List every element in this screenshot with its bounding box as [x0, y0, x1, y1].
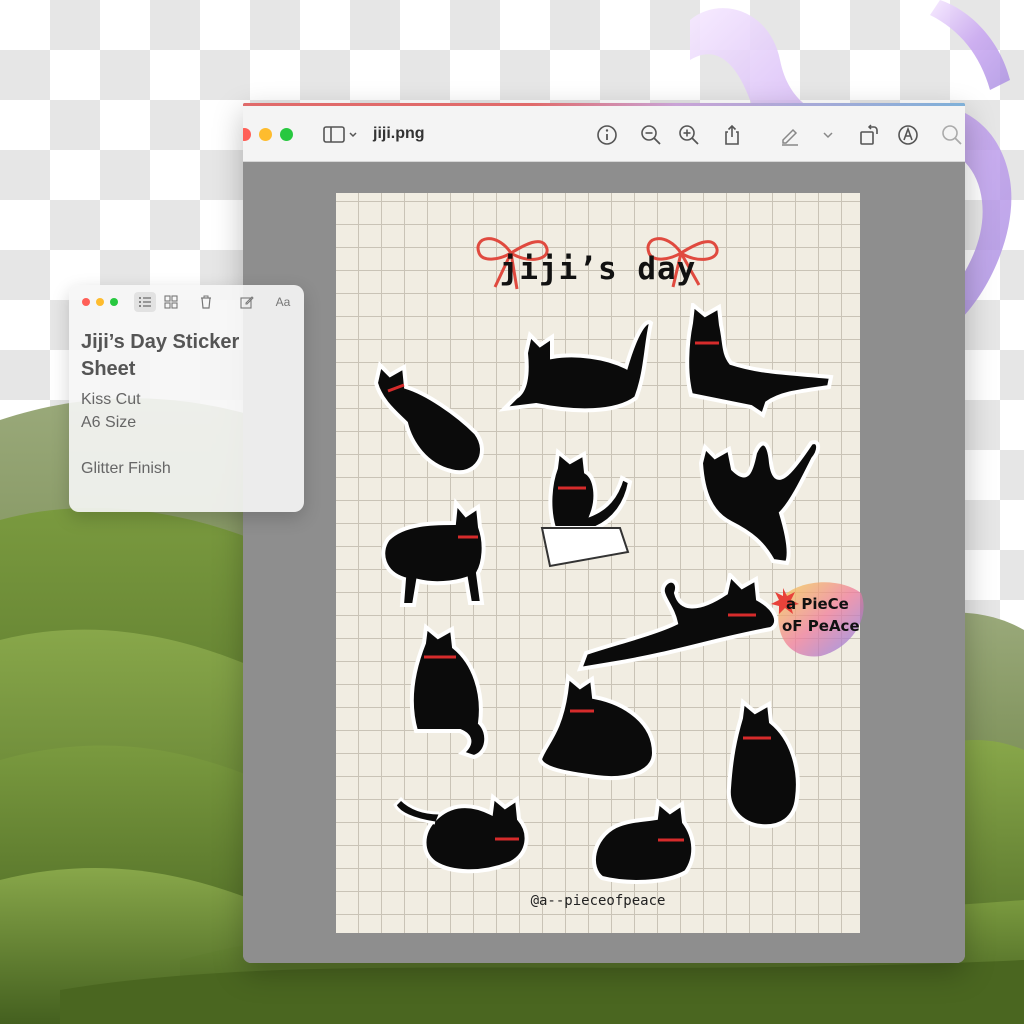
- sidebar-toggle-button[interactable]: [323, 124, 361, 146]
- search-icon: [942, 125, 962, 145]
- grid-icon: [164, 295, 178, 309]
- share-icon: [725, 124, 739, 145]
- zoom-in-icon: [679, 125, 699, 145]
- zoom-out-icon: [641, 125, 661, 145]
- sheet-title: jiji’s day: [499, 251, 697, 287]
- preview-window: jiji.png jiji’s day a PieCe oF PeAce @a-…: [243, 103, 965, 963]
- notes-window: Aa Jiji’s Day Sticker Sheet Kiss Cut A6 …: [69, 285, 304, 512]
- rotate-icon: [860, 124, 878, 145]
- sticker-sheet-image: jiji’s day a PieCe oF PeAce @a--pieceofp…: [336, 193, 864, 933]
- cat-sticker-curled: [373, 361, 484, 475]
- compose-icon: [240, 296, 254, 309]
- notes-toolbar: Aa: [69, 285, 304, 319]
- info-button[interactable]: [595, 123, 619, 147]
- cat-sticker-stretching: [698, 440, 820, 566]
- share-button[interactable]: [720, 123, 744, 147]
- preview-titlebar: jiji.png: [243, 106, 965, 162]
- delete-note-button[interactable]: [195, 292, 217, 312]
- info-icon: [597, 125, 617, 145]
- chevron-down-icon: [823, 132, 833, 139]
- notes-minimize-button[interactable]: [96, 298, 104, 306]
- compose-note-button[interactable]: [236, 292, 258, 312]
- close-button[interactable]: [243, 128, 251, 141]
- zoom-out-button[interactable]: [639, 123, 663, 147]
- note-line[interactable]: Glitter Finish: [81, 460, 171, 478]
- cat-sticker-loaf: [537, 673, 657, 780]
- cat-sticker-sitting-front: [726, 698, 800, 829]
- cat-sticker-sitting-tail-out: [685, 303, 834, 419]
- trash-icon: [201, 295, 211, 309]
- cat-sticker-walking: [381, 498, 486, 607]
- annotate-button[interactable]: [896, 123, 920, 147]
- cat-sticker-lying-long: [576, 573, 779, 672]
- cat-sticker-resting: [592, 798, 696, 884]
- zoom-in-button[interactable]: [677, 123, 701, 147]
- note-line[interactable]: A6 Size: [81, 414, 136, 432]
- cat-sticker-in-box: [540, 448, 633, 568]
- gallery-view-button[interactable]: [160, 292, 182, 312]
- note-line[interactable]: Kiss Cut: [81, 391, 141, 409]
- image-canvas[interactable]: jiji’s day a PieCe oF PeAce @a--pieceofp…: [243, 163, 965, 963]
- cat-sticker-lying-tail-up: [498, 320, 654, 413]
- note-title[interactable]: Jiji’s Day Sticker Sheet: [81, 329, 291, 383]
- markup-pen-icon: [782, 128, 798, 146]
- fullscreen-button[interactable]: [280, 128, 293, 141]
- notes-fullscreen-button[interactable]: [110, 298, 118, 306]
- list-icon: [139, 297, 151, 307]
- rotate-button[interactable]: [857, 123, 881, 147]
- annotate-icon: [898, 125, 918, 145]
- brand-logo-text: oF PeAce: [782, 617, 860, 635]
- minimize-button[interactable]: [259, 128, 272, 141]
- markup-button[interactable]: [778, 123, 802, 147]
- brand-logo-text: a PieCe: [786, 595, 849, 613]
- artist-handle: @a--pieceofpeace: [530, 893, 666, 909]
- window-title: jiji.png: [373, 125, 425, 142]
- search-button[interactable]: [940, 123, 964, 147]
- format-text-button[interactable]: Aa: [272, 292, 294, 312]
- cat-sticker-fluffy: [393, 793, 529, 874]
- markup-options-dropdown[interactable]: [816, 123, 840, 147]
- notes-close-button[interactable]: [82, 298, 90, 306]
- cat-sticker-sitting-back: [409, 623, 489, 760]
- sidebar-icon: [323, 126, 357, 143]
- list-view-button[interactable]: [134, 292, 156, 312]
